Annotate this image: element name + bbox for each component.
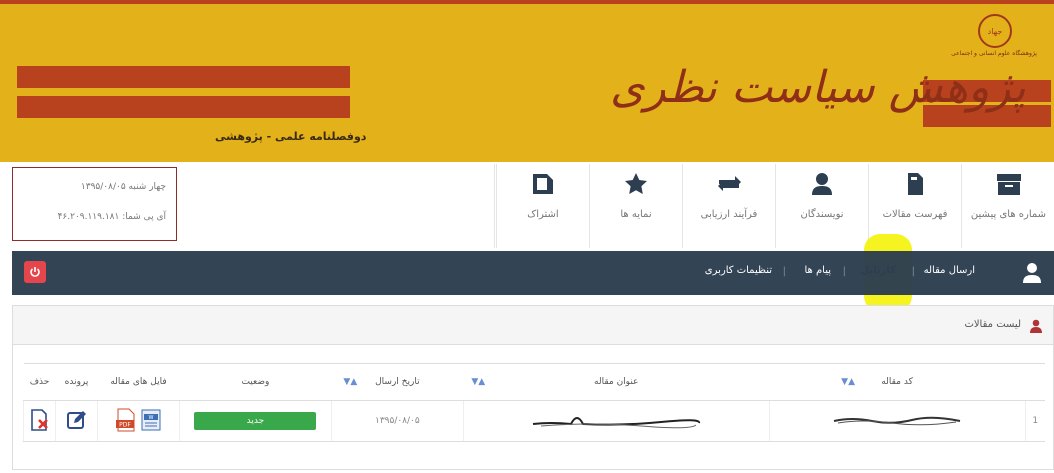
subscription-icon [497,172,589,196]
dossier-cell [55,400,98,442]
column-header-status: وضعیت [179,363,332,401]
logo-text: پژوهشگاه علوم انسانی و اجتماعی [951,50,1037,57]
column-header-delete: حذف [23,363,56,401]
nav-label: فرآیند ارزیابی [700,209,758,220]
redaction-scribble [533,416,701,428]
user-icon [1029,318,1043,333]
nav-label: شماره های پیشین [970,209,1047,220]
nav-item-indexes[interactable]: نمایه ها [589,164,682,248]
redaction-scribble [833,416,961,425]
institute-logo: جهاد پژوهشگاه علوم انسانی و اجتماعی [948,14,1040,74]
column-header-code[interactable]: کد مقاله ▲▼ [769,363,1026,401]
nav-item-subscription[interactable]: اشتراک [496,164,589,248]
logout-button[interactable] [24,261,46,283]
sort-icon[interactable]: ▲▼ [841,377,855,387]
table-row: 1 ۱۳۹۵/۰۸/۰۵ جدید W PDF [22,400,1045,442]
svg-text:W: W [148,415,153,421]
panel-header: لیست مقالات [13,306,1053,345]
user-ip: آی پی شما: ۴۶.۲۰۹.۱۱۹.۱۸۱ [57,212,166,222]
article-title-redacted[interactable] [462,400,770,442]
articles-table: کد مقاله ▲▼ عنوان مقاله ▲▼ تاریخ ارسال ▲… [22,363,1045,442]
article-files-cell: W PDF [97,400,180,442]
sort-icon[interactable]: ▲▼ [343,377,357,387]
archive-icon [962,172,1054,196]
logo-seal-icon: جهاد [978,14,1012,48]
svg-text:PDF: PDF [119,421,131,428]
column-header-date[interactable]: تاریخ ارسال ▲▼ [331,363,464,401]
article-code-redacted [768,400,1026,442]
exchange-icon [683,172,775,196]
user-menu-bar: ارسال مقاله | کارتابل | پیام ها | تنظیما… [12,251,1054,295]
star-icon [590,172,682,196]
menu-user-settings[interactable]: تنظیمات کاربری [705,265,772,276]
panel-title: لیست مقالات [964,319,1021,330]
journal-banner: دوفصلنامه علمی - پژوهشی پژوهش سیاست نظری… [0,0,1054,162]
nav-item-archive[interactable]: شماره های پیشین [961,164,1054,248]
row-index: 1 [1024,400,1045,442]
nav-label: فهرست مقالات [882,209,948,220]
column-header-dossier: پرونده [55,363,98,401]
user-icon [776,172,868,196]
main-navigation: شماره های پیشین فهرست مقالات نویسندگان ف… [494,164,1054,248]
status-badge: جدید [194,412,317,430]
menu-messages[interactable]: پیام ها [804,265,831,276]
banner-subtitle: دوفصلنامه علمی - پژوهشی [215,130,367,143]
document-icon [869,172,961,196]
banner-stripe [17,96,350,118]
banner-stripe [17,66,350,88]
current-date: چهار شنبه ۱۳۹۵/۰۸/۰۵ [80,182,166,192]
nav-label: نویسندگان [800,209,844,220]
pdf-file-icon[interactable]: PDF [115,408,137,435]
edit-icon[interactable] [66,409,88,434]
session-info-box: چهار شنبه ۱۳۹۵/۰۸/۰۵ آی پی شما: ۴۶.۲۰۹.۱… [12,167,177,241]
nav-label: نمایه ها [620,209,652,220]
power-icon [30,267,40,277]
sort-icon[interactable]: ▲▼ [471,377,485,387]
nav-item-authors[interactable]: نویسندگان [775,164,868,248]
menu-divider: | [842,266,846,277]
column-header-index [1025,363,1045,401]
status-cell: جدید [178,400,332,442]
menu-divider: | [911,266,915,277]
nav-item-review-process[interactable]: فرآیند ارزیابی [682,164,775,248]
menu-divider: | [782,266,786,277]
menu-submit-article[interactable]: ارسال مقاله [924,265,975,276]
column-header-title[interactable]: عنوان مقاله ▲▼ [463,363,770,401]
menu-dashboard[interactable]: کارتابل [860,265,896,276]
submission-date: ۱۳۹۵/۰۸/۰۵ [330,400,464,442]
delete-file-icon[interactable] [29,408,51,434]
article-list-panel: لیست مقالات کد مقاله ▲▼ عنوان مقاله ▲▼ ت… [12,305,1054,470]
user-profile-icon [1022,262,1042,284]
delete-cell [22,400,56,442]
nav-label: اشتراک [527,209,559,220]
word-file-icon[interactable]: W [140,408,162,435]
column-header-files: فایل های مقاله [97,363,180,401]
